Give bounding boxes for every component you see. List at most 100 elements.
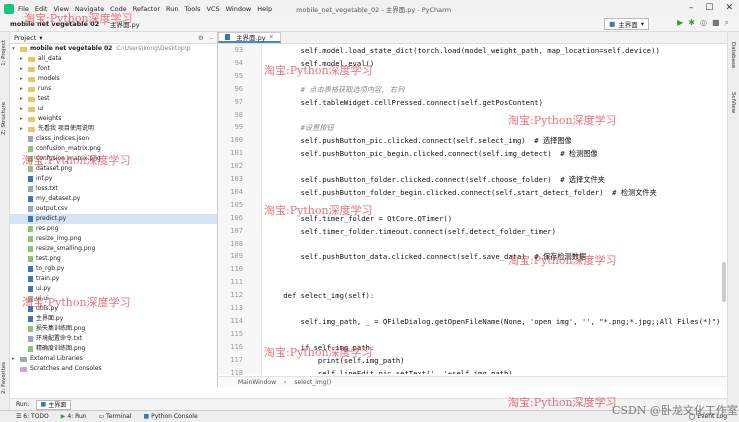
tree-external-libraries[interactable]: ▸ External Libraries bbox=[10, 354, 217, 364]
image-file-icon bbox=[28, 236, 33, 242]
breadcrumb-class[interactable]: MainWindow bbox=[238, 379, 276, 386]
maximize-icon[interactable]: ☐ bbox=[705, 3, 713, 13]
image-file-icon bbox=[28, 226, 33, 232]
run-icon[interactable]: ▶ bbox=[677, 18, 683, 28]
stop-icon[interactable]: ■ bbox=[712, 18, 720, 28]
folder-icon bbox=[28, 56, 35, 62]
line-number: 113 bbox=[230, 304, 243, 312]
tree-root[interactable]: ▾ mobile net vegetable 02 C:\Users\kong\… bbox=[10, 44, 217, 54]
hide-icon[interactable]: – bbox=[210, 34, 213, 42]
gear-icon[interactable]: ⚙ bbox=[198, 34, 204, 42]
tree-item[interactable]: ▸ all_data bbox=[10, 54, 217, 64]
line-number: 117 bbox=[230, 355, 243, 364]
terminal-tool-button[interactable]: ▭ Terminal bbox=[99, 413, 132, 420]
tree-item[interactable]: resize_img.png bbox=[10, 234, 217, 244]
tree-item[interactable]: 主界面.py bbox=[10, 314, 217, 324]
chevron-right-icon[interactable]: ▸ bbox=[12, 354, 20, 364]
run-tab[interactable]: ■ 主界面 bbox=[35, 399, 72, 410]
close-icon[interactable]: ✕ bbox=[269, 33, 274, 41]
credit-watermark: CSDN @卧龙文化工作室 bbox=[612, 404, 738, 417]
tree-item-label: resize_img.png bbox=[36, 235, 82, 242]
tree-item[interactable]: 损失集训练图.png bbox=[10, 324, 217, 334]
tree-item-label: 主界面.py bbox=[36, 315, 64, 322]
project-tree: ▾ mobile net vegetable 02 C:\Users\kong\… bbox=[10, 44, 217, 374]
line-number: 103 bbox=[230, 175, 243, 183]
tree-scratches-label: Scratches and Consoles bbox=[30, 365, 102, 372]
chevron-down-icon[interactable]: ▾ bbox=[39, 34, 42, 42]
tree-scratches[interactable]: Scratches and Consoles bbox=[10, 364, 217, 374]
chevron-right-icon[interactable]: ▸ bbox=[20, 104, 28, 114]
project-tool-tab[interactable]: 1: Project bbox=[1, 40, 7, 66]
tree-item[interactable]: ▸ test bbox=[10, 94, 217, 104]
menu-tools[interactable]: Tools bbox=[184, 5, 200, 13]
chevron-right-icon[interactable]: ▸ bbox=[20, 74, 28, 84]
tree-item[interactable]: ▸ font bbox=[10, 64, 217, 74]
tree-item[interactable]: predict.py bbox=[10, 214, 217, 224]
tree-item[interactable]: 环境配置命令.txt bbox=[10, 334, 217, 344]
tree-item[interactable]: ▸ weights bbox=[10, 114, 217, 124]
project-panel-title[interactable]: Project bbox=[14, 34, 36, 42]
tree-item[interactable]: ▸ 先看我 项目使用说明 bbox=[10, 124, 217, 134]
debug-icon[interactable]: ✱ bbox=[688, 18, 695, 28]
python-icon: ■ bbox=[143, 413, 150, 420]
python-console-tool-button[interactable]: ■ Python Console bbox=[144, 413, 198, 420]
run-tool-button[interactable]: ▶ 4: Run bbox=[61, 413, 87, 420]
close-icon[interactable]: ✕ bbox=[725, 3, 733, 13]
tree-item[interactable]: ▸ models bbox=[10, 74, 217, 84]
menu-run[interactable]: Run bbox=[166, 5, 178, 13]
tree-item[interactable]: loss.txt bbox=[10, 184, 217, 194]
tree-item[interactable]: resize_smalling.png bbox=[10, 244, 217, 254]
editor-tab-main[interactable]: 主界面.py ✕ bbox=[218, 32, 281, 43]
chevron-right-icon[interactable]: ▸ bbox=[20, 94, 28, 104]
file-icon bbox=[28, 186, 33, 192]
sciview-tool-tab[interactable]: SciView bbox=[730, 92, 736, 113]
tree-item[interactable]: output.csv bbox=[10, 204, 217, 214]
editor-scrollbar[interactable] bbox=[722, 262, 726, 302]
tree-item[interactable]: class_indices.json bbox=[10, 134, 217, 144]
chevron-right-icon[interactable]: ▸ bbox=[20, 114, 28, 124]
line-number: 109 bbox=[230, 252, 243, 261]
chevron-right-icon[interactable]: ▸ bbox=[20, 124, 28, 134]
chevron-down-icon[interactable]: ▾ bbox=[12, 44, 20, 54]
tree-item[interactable]: test.png bbox=[10, 254, 217, 264]
chevron-right-icon[interactable]: ▸ bbox=[20, 84, 28, 94]
tree-item-label: train.py bbox=[36, 275, 60, 282]
line-number: 112 bbox=[230, 291, 243, 300]
folder-icon bbox=[28, 126, 35, 132]
menu-help[interactable]: Help bbox=[257, 5, 272, 13]
python-file-icon bbox=[28, 266, 33, 272]
menu-window[interactable]: Window bbox=[226, 5, 252, 13]
tree-root-path: C:\Users\kong\Desktop\p bbox=[116, 45, 191, 52]
breadcrumb-method[interactable]: select_img() bbox=[294, 379, 331, 386]
tree-item[interactable]: ▸ ui bbox=[10, 104, 217, 114]
tree-item-label: test.png bbox=[36, 255, 61, 262]
tree-item[interactable]: to_rgb.py bbox=[10, 264, 217, 274]
tree-item[interactable]: res.png bbox=[10, 224, 217, 234]
python-console-label: Python Console bbox=[151, 413, 198, 420]
tree-item[interactable]: 精确度训练图.png bbox=[10, 344, 217, 354]
image-file-icon bbox=[28, 346, 33, 352]
menu-refactor[interactable]: Refactor bbox=[133, 5, 160, 13]
chevron-right-icon[interactable]: ▸ bbox=[20, 54, 28, 64]
tree-item[interactable]: ui.py bbox=[10, 284, 217, 294]
image-file-icon bbox=[28, 246, 33, 252]
tree-item[interactable]: train.py bbox=[10, 274, 217, 284]
structure-tool-tab[interactable]: Z: Structure bbox=[1, 102, 7, 135]
line-number: 114 bbox=[230, 316, 243, 325]
tree-item[interactable]: ▸ runs bbox=[10, 84, 217, 94]
todo-tool-button[interactable]: ☰ 6: TODO bbox=[16, 413, 49, 420]
tree-item[interactable]: my_dataset.py bbox=[10, 194, 217, 204]
code-line: self.model.load_state_dict(torch.load(mo… bbox=[266, 46, 660, 55]
folder-icon bbox=[20, 46, 27, 52]
search-icon[interactable]: ⌕ bbox=[725, 18, 729, 28]
tree-item[interactable]: inf.py bbox=[10, 174, 217, 184]
line-number: 93 bbox=[234, 46, 243, 54]
chevron-right-icon[interactable]: ▸ bbox=[20, 64, 28, 74]
run-config-select[interactable]: ■ 主界面 ▾ bbox=[604, 18, 649, 30]
database-tool-tab[interactable]: Database bbox=[730, 42, 736, 68]
menu-vcs[interactable]: VCS bbox=[206, 5, 219, 13]
code-line: self.timer_folder.timeout.connect(self.d… bbox=[266, 226, 556, 236]
minimize-icon[interactable]: – bbox=[689, 3, 694, 13]
favorites-tool-tab[interactable]: 2: Favorites bbox=[1, 362, 7, 394]
coverage-icon[interactable]: ◎ bbox=[700, 18, 707, 28]
